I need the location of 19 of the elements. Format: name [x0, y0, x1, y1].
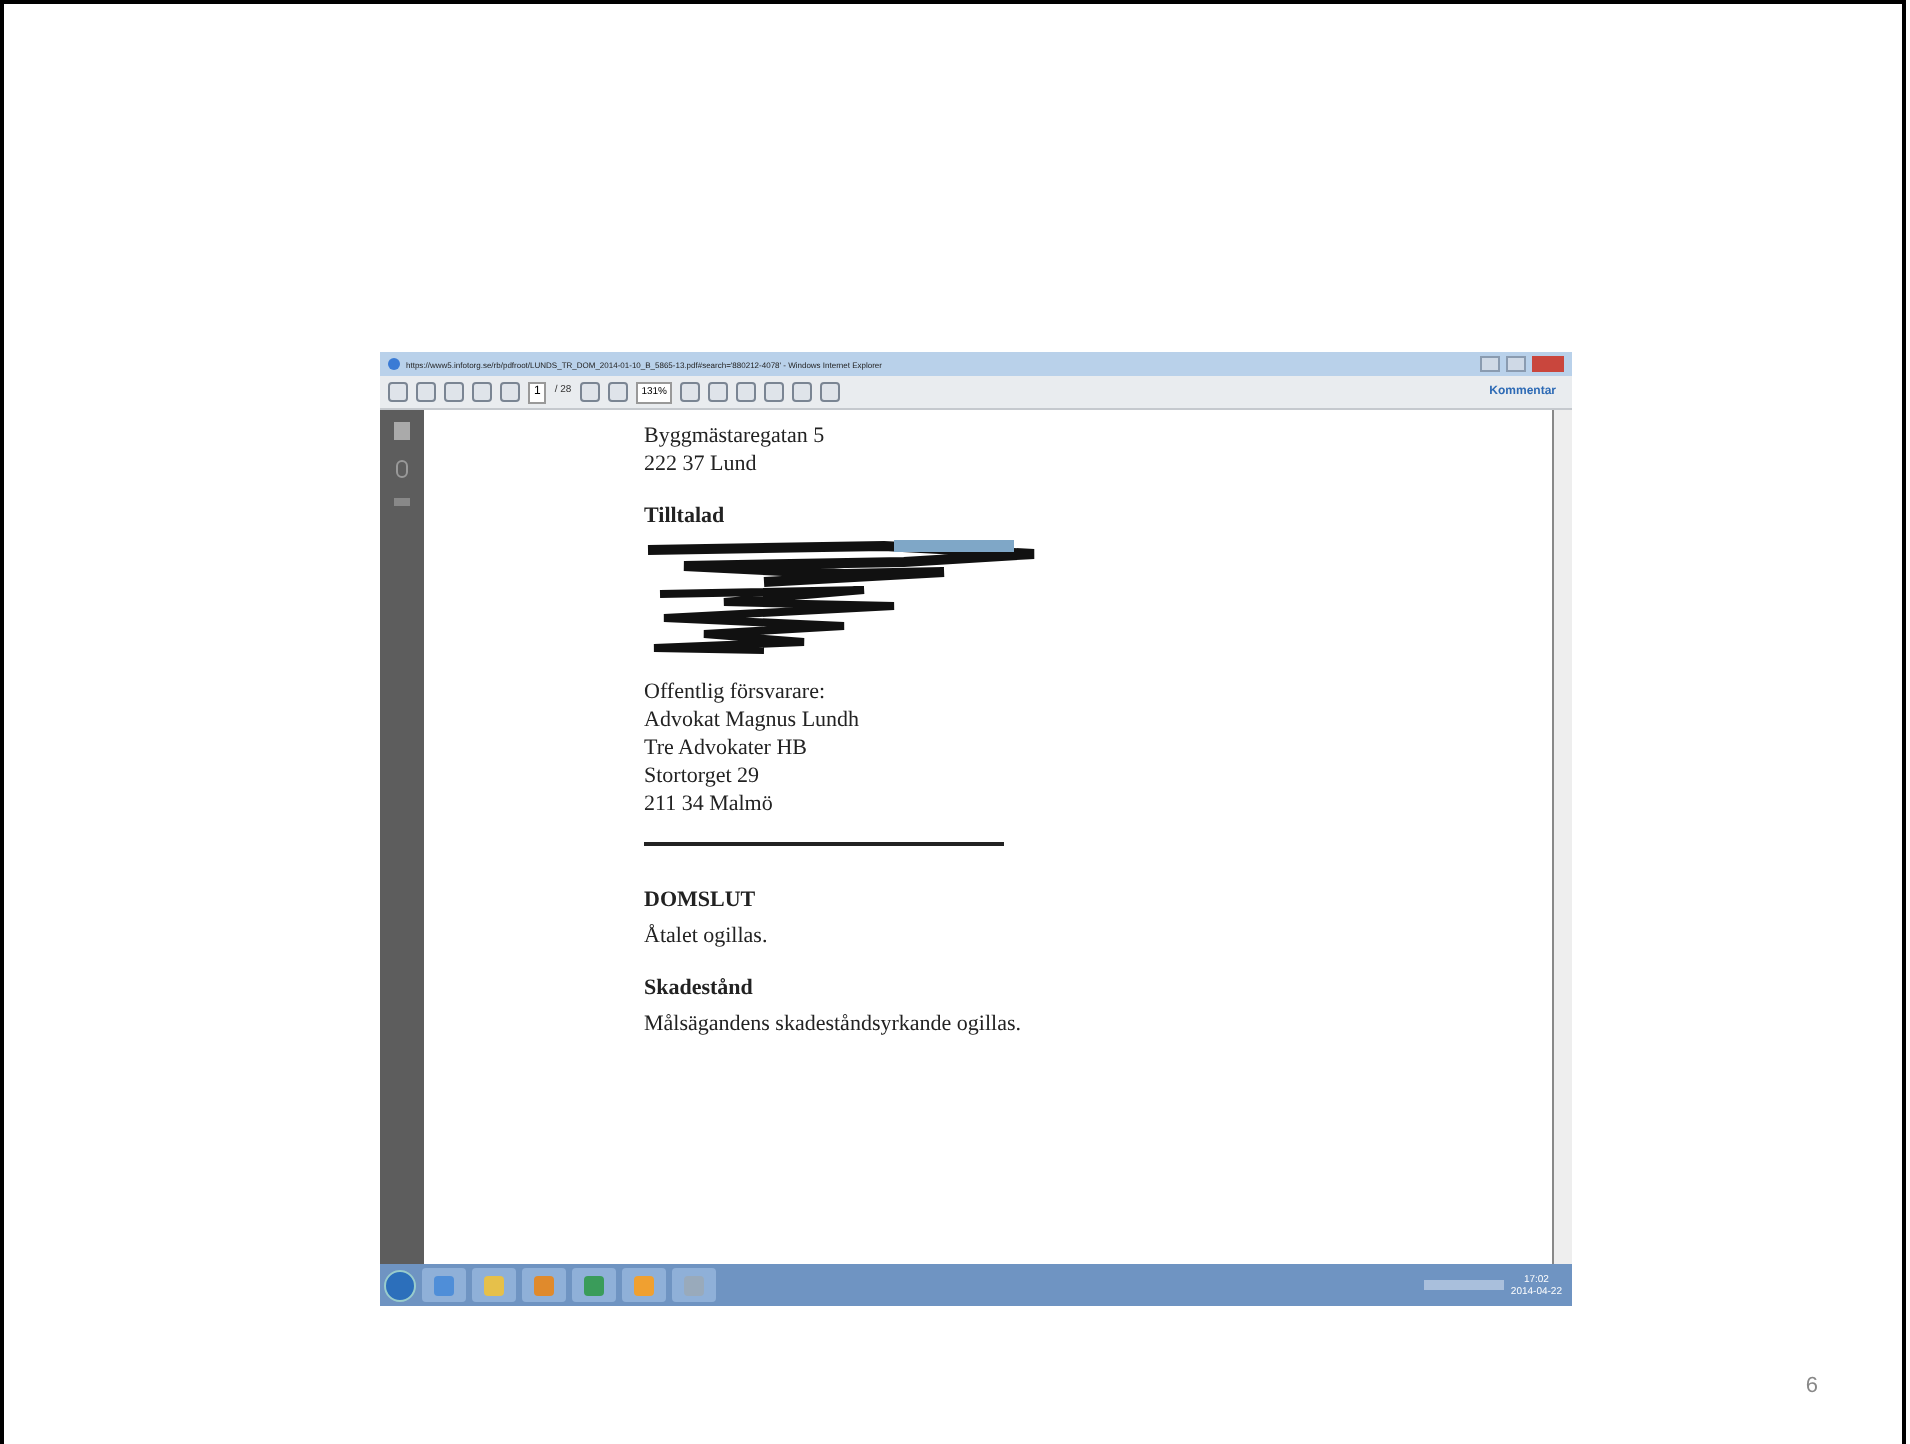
- document-heading: Skadestånd: [644, 974, 753, 1002]
- taskbar-app-icon[interactable]: [572, 1268, 616, 1302]
- document-heading: Tilltalad: [644, 502, 725, 530]
- document-text: 222 37 Lund: [644, 450, 757, 478]
- document-text: 211 34 Malmö: [644, 790, 773, 818]
- taskbar-app-icon[interactable]: [422, 1268, 466, 1302]
- maximize-button[interactable]: [1506, 356, 1526, 372]
- document-text: Tre Advokater HB: [644, 734, 807, 762]
- minimize-button[interactable]: [1480, 356, 1500, 372]
- browser-icon: [388, 358, 400, 370]
- document-text: Åtalet ogillas.: [644, 922, 768, 950]
- document-text: Advokat Magnus Lundh: [644, 706, 860, 734]
- document-text: Målsägandens skadeståndsyrkande ogillas.: [644, 1010, 1021, 1038]
- document-text: Byggmästaregatan 5: [644, 422, 825, 450]
- document-heading: DOMSLUT: [644, 886, 756, 914]
- document-text: Offentlig försvarare:: [644, 678, 826, 706]
- document-text: Stortorget 29: [644, 762, 760, 790]
- slide-number: 6: [1805, 1372, 1818, 1402]
- start-button[interactable]: [384, 1269, 416, 1301]
